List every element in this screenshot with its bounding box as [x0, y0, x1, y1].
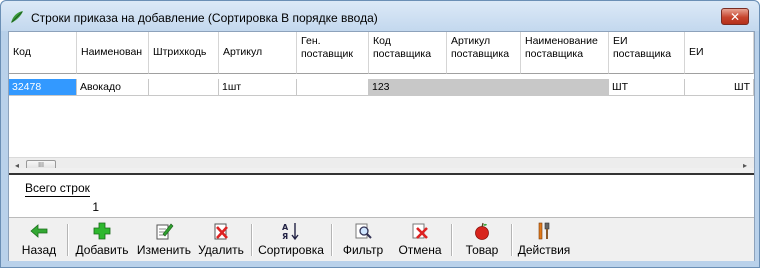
- column-header-supplier-name[interactable]: Наименование поставщика: [521, 32, 609, 74]
- apple-icon: [475, 222, 489, 240]
- sort-button[interactable]: A Я Сортировка: [255, 221, 327, 259]
- dialog-window: Строки приказа на добавление (Сортировка…: [0, 0, 760, 268]
- toolbar-separator: [331, 224, 333, 256]
- table-cell-unit[interactable]: ШТ: [685, 79, 754, 96]
- bottom-toolbar: Назад Добавить Изменить Удалить A Я Сорт…: [9, 217, 754, 261]
- delete-label: Удалить: [198, 243, 244, 257]
- data-grid[interactable]: Код Наименован Штрихкодь Артикул Ген. пос…: [9, 32, 754, 168]
- back-arrow-icon: [30, 224, 48, 238]
- table-cell-supplier-code[interactable]: 123: [369, 79, 447, 96]
- total-rows-value: 1: [92, 200, 99, 214]
- scroll-right-arrow-icon[interactable]: ▸: [738, 158, 752, 168]
- scrollbar-thumb[interactable]: III: [26, 160, 56, 168]
- scroll-left-arrow-icon[interactable]: ◂: [10, 158, 24, 168]
- client-area: Код Наименован Штрихкодь Артикул Ген. пос…: [8, 31, 755, 261]
- column-header-supplier-code[interactable]: Код поставщика: [369, 32, 447, 74]
- tools-icon: [538, 222, 550, 240]
- column-header-barcodes[interactable]: Штрихкодь: [149, 32, 219, 74]
- toolbar-separator: [451, 224, 453, 256]
- cancel-filter-icon: [412, 223, 428, 239]
- edit-document-icon: [156, 223, 174, 240]
- table-cell-gen-supplier[interactable]: [297, 79, 369, 96]
- svg-text:Я: Я: [282, 232, 288, 241]
- cancel-filter-button[interactable]: Отмена: [393, 221, 447, 259]
- product-label: Товар: [465, 243, 499, 257]
- toolbar-separator: [251, 224, 253, 256]
- delete-document-icon: [214, 223, 228, 240]
- column-header-supplier-article[interactable]: Артикул поставщика: [447, 32, 521, 74]
- actions-label: Действия: [517, 243, 571, 257]
- toolbar-separator: [67, 224, 69, 256]
- edit-label: Изменить: [136, 243, 192, 257]
- column-header-unit[interactable]: ЕИ: [685, 32, 754, 74]
- close-button[interactable]: ✕: [721, 8, 749, 25]
- column-header-supplier-unit[interactable]: ЕИ поставщика: [609, 32, 685, 74]
- cancel-label: Отмена: [398, 243, 442, 257]
- table-cell-supplier-article[interactable]: [447, 79, 521, 96]
- plus-icon: [93, 222, 111, 240]
- sort-az-icon: A Я: [282, 223, 299, 241]
- table-cell-code[interactable]: 32478: [9, 79, 77, 96]
- product-button[interactable]: Товар: [455, 221, 509, 259]
- delete-button[interactable]: Удалить: [195, 221, 247, 259]
- column-header-article[interactable]: Артикул: [219, 32, 297, 74]
- table-cell-name[interactable]: Авокадо: [77, 79, 149, 96]
- total-rows-label: Всего строк: [25, 181, 90, 197]
- horizontal-scrollbar[interactable]: ◂ III ▸: [9, 157, 754, 168]
- column-header-code[interactable]: Код: [9, 32, 77, 74]
- actions-button[interactable]: Действия: [513, 221, 575, 259]
- window-title: Строки приказа на добавление (Сортировка…: [31, 11, 378, 25]
- edit-button[interactable]: Изменить: [133, 221, 195, 259]
- column-header-gen-supplier[interactable]: Ген. поставщик: [297, 32, 369, 74]
- table-cell-supplier-unit[interactable]: ШТ: [609, 79, 685, 96]
- filter-magnifier-icon: [355, 223, 372, 239]
- sort-label: Сортировка: [258, 243, 324, 257]
- add-label: Добавить: [75, 243, 129, 257]
- svg-text:A: A: [282, 223, 289, 232]
- table-cell-supplier-name[interactable]: [521, 79, 609, 96]
- filter-label: Фильтр: [342, 243, 384, 257]
- summary-panel: Всего строк 1: [9, 173, 754, 219]
- back-button[interactable]: Назад: [15, 221, 63, 259]
- column-header-name[interactable]: Наименован: [77, 32, 149, 74]
- add-button[interactable]: Добавить: [71, 221, 133, 259]
- table-cell-article[interactable]: 1шт: [219, 79, 297, 96]
- filter-button[interactable]: Фильтр: [335, 221, 391, 259]
- title-bar[interactable]: Строки приказа на добавление (Сортировка…: [1, 1, 759, 31]
- back-label: Назад: [21, 243, 57, 257]
- table-cell-barcodes[interactable]: [149, 79, 219, 96]
- app-icon: [11, 11, 23, 23]
